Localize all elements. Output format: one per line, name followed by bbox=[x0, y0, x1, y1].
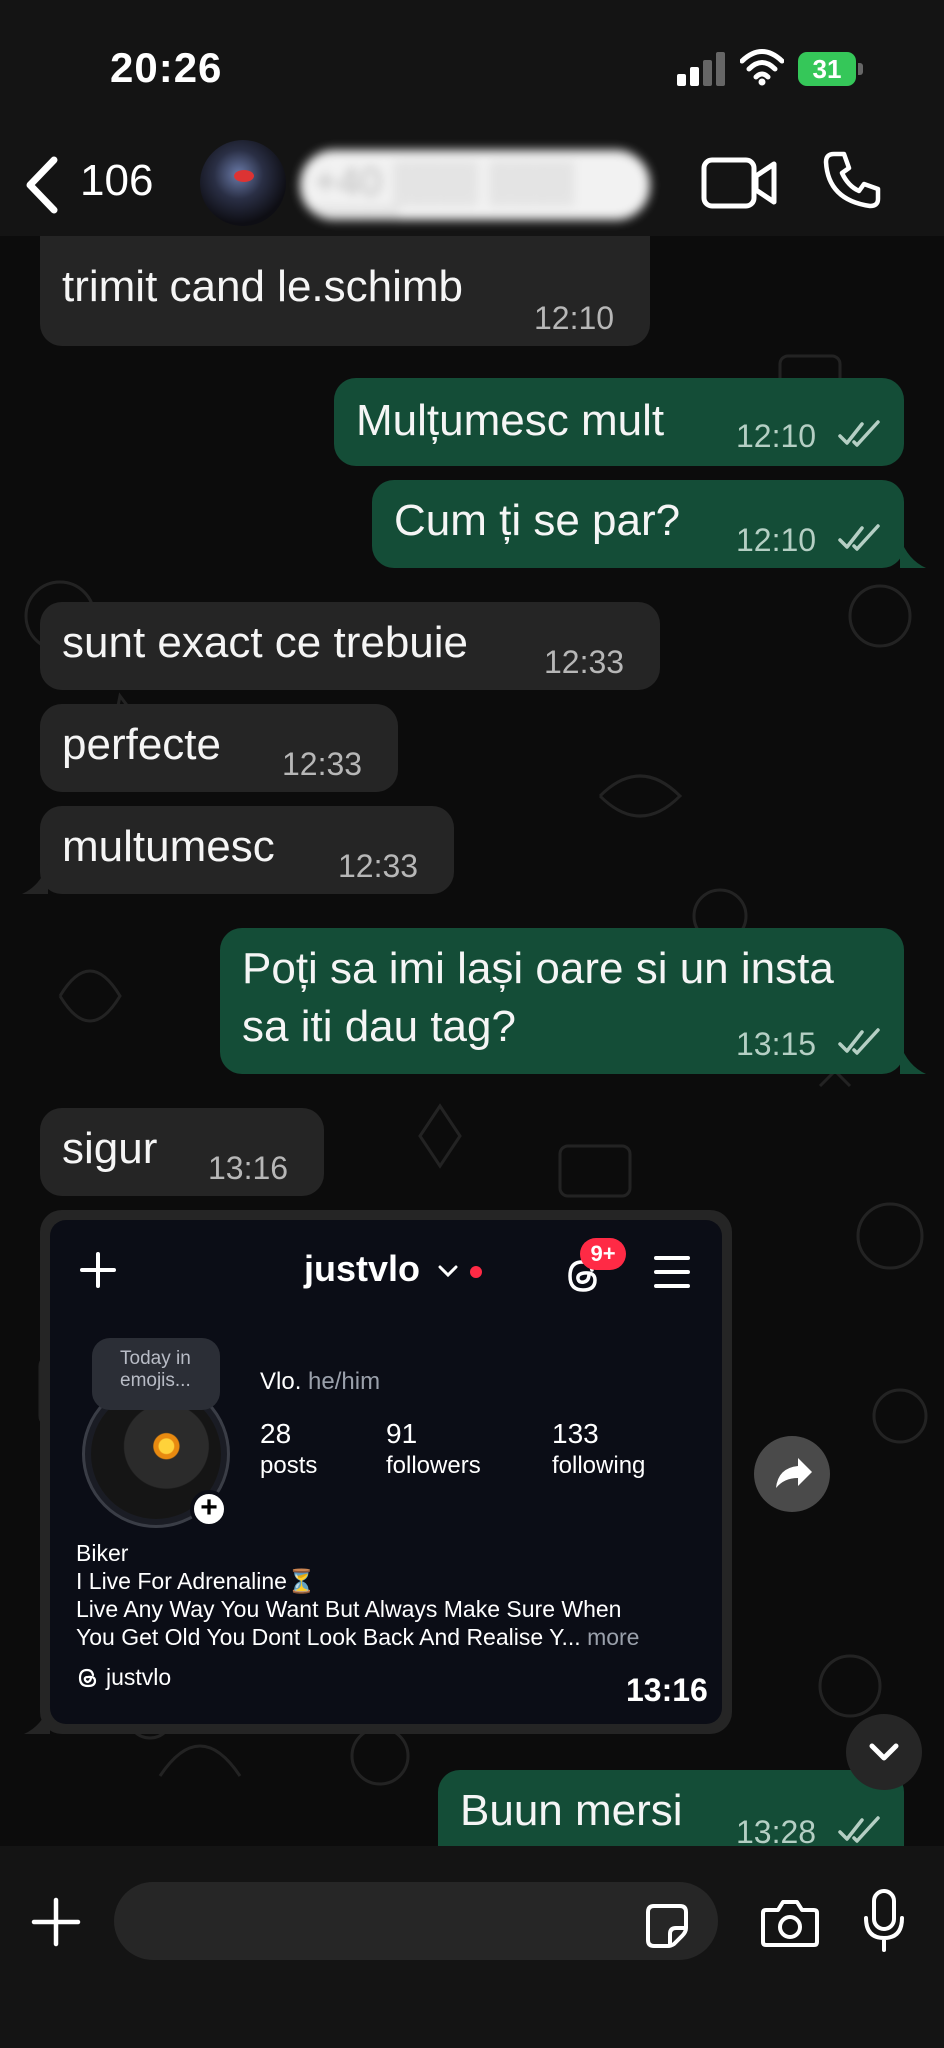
ig-stat-followers-value: 91 bbox=[386, 1418, 418, 1449]
message-time: 13:28 bbox=[736, 1814, 817, 1846]
ig-stat-following-value: 133 bbox=[552, 1418, 599, 1449]
ig-stat-followers-label: followers bbox=[386, 1452, 481, 1479]
ig-display-name: Vlo. he/him bbox=[260, 1368, 380, 1396]
ig-note-bubble: Today in emojis... bbox=[92, 1338, 220, 1410]
status-bar: 20:26 31 bbox=[0, 0, 944, 140]
cellular-signal-icon bbox=[677, 52, 725, 86]
message-text: sunt exact ce trebuie bbox=[62, 618, 469, 667]
menu-icon bbox=[654, 1256, 690, 1288]
add-story-icon: + bbox=[190, 1490, 228, 1528]
camera-icon[interactable] bbox=[760, 1898, 820, 1948]
chevron-down-icon bbox=[869, 1743, 899, 1761]
chevron-down-icon bbox=[438, 1265, 458, 1278]
bubble-tail bbox=[22, 864, 48, 894]
message-bubble-incoming[interactable]: sigur 13:16 bbox=[40, 1108, 324, 1196]
wifi-icon bbox=[740, 49, 784, 86]
message-time: 13:15 bbox=[736, 1026, 817, 1062]
message-bubble-outgoing[interactable]: Buun mersi 13:28 bbox=[438, 1770, 904, 1846]
ig-display-name-text: Vlo. bbox=[260, 1368, 302, 1395]
message-input[interactable] bbox=[114, 1882, 718, 1960]
bubble-tail bbox=[900, 538, 926, 568]
message-text-line1: Poți sa imi lași oare si un insta bbox=[242, 944, 834, 993]
message-time: 12:33 bbox=[544, 644, 625, 680]
ig-stat-posts-value: 28 bbox=[260, 1418, 292, 1449]
instagram-profile-screenshot[interactable]: justvlo 9+ Today in emojis... + Vlo. he/… bbox=[50, 1220, 722, 1724]
message-text: perfecte bbox=[62, 720, 221, 769]
message-bubble-outgoing[interactable]: Cum ți se par? 12:10 bbox=[372, 480, 904, 568]
message-time: 12:10 bbox=[736, 418, 817, 454]
bubble-tail bbox=[24, 1704, 50, 1734]
status-time: 20:26 bbox=[110, 44, 223, 91]
bubble-tail bbox=[900, 1044, 926, 1074]
read-receipt-icon bbox=[838, 1028, 880, 1055]
forward-icon bbox=[776, 1458, 812, 1488]
message-text: Mulțumesc mult bbox=[356, 396, 665, 445]
notification-badge: 9+ bbox=[580, 1238, 626, 1270]
read-receipt-icon bbox=[838, 524, 880, 551]
ig-bio-text: You Get Old You Dont Look Back And Reali… bbox=[76, 1624, 581, 1650]
message-time: 13:16 bbox=[208, 1150, 289, 1186]
message-bubble-incoming[interactable]: multumesc 12:33 bbox=[40, 806, 454, 894]
message-time: 12:10 bbox=[534, 300, 615, 336]
battery-level: 31 bbox=[798, 52, 856, 86]
threads-icon bbox=[78, 1668, 97, 1688]
forward-button[interactable] bbox=[754, 1436, 830, 1512]
message-bubble-incoming[interactable]: perfecte 12:33 bbox=[40, 704, 398, 792]
message-text: multumesc bbox=[62, 822, 275, 871]
ig-bio-line: Biker bbox=[76, 1540, 129, 1566]
message-time: 12:33 bbox=[282, 746, 363, 782]
contact-avatar[interactable] bbox=[200, 140, 286, 226]
ig-stat-following-label: following bbox=[552, 1452, 646, 1479]
video-call-icon[interactable] bbox=[700, 154, 778, 212]
message-text: Buun mersi bbox=[460, 1786, 683, 1835]
scroll-to-bottom-button[interactable] bbox=[846, 1714, 922, 1790]
message-text-line2: sa iti dau tag? bbox=[242, 1002, 516, 1051]
message-time: 12:10 bbox=[736, 522, 817, 558]
chat-area[interactable]: trimit cand le.schimb 12:10 Mulțumesc mu… bbox=[0, 236, 944, 1846]
battery-icon: 31 bbox=[798, 52, 864, 86]
ig-threads-handle: justvlo bbox=[106, 1664, 172, 1690]
message-bubble-incoming[interactable]: sunt exact ce trebuie 12:33 bbox=[40, 602, 660, 690]
ig-bio-line: Live Any Way You Want But Always Make Su… bbox=[76, 1596, 622, 1622]
back-chevron-icon[interactable] bbox=[22, 154, 62, 216]
read-receipt-icon bbox=[838, 420, 880, 447]
message-bubble-outgoing[interactable]: Poți sa imi lași oare si un insta sa iti… bbox=[220, 928, 904, 1074]
message-time: 13:16 bbox=[626, 1672, 708, 1708]
attach-plus-icon[interactable] bbox=[30, 1896, 82, 1948]
ig-username: justvlo bbox=[304, 1248, 421, 1289]
back-unread-count[interactable]: 106 bbox=[80, 156, 153, 206]
ig-bio-line-last: You Get Old You Dont Look Back And Reali… bbox=[76, 1624, 639, 1651]
message-bubble-outgoing[interactable]: Mulțumesc mult 12:10 bbox=[334, 378, 904, 466]
message-bubble-incoming[interactable]: trimit cand le.schimb 12:10 bbox=[40, 236, 650, 346]
message-input-bar bbox=[0, 1846, 944, 2048]
contact-name-redacted[interactable]: +40 ▒▒▒ ▒▒▒ ▒▒▒ bbox=[300, 150, 650, 220]
message-time: 12:33 bbox=[338, 848, 419, 884]
ig-pronouns: he/him bbox=[308, 1368, 381, 1395]
message-text: Cum ți se par? bbox=[394, 496, 681, 545]
image-message-bubble[interactable]: justvlo 9+ Today in emojis... + Vlo. he/… bbox=[40, 1210, 732, 1734]
phone-call-icon[interactable] bbox=[820, 148, 884, 212]
plus-icon bbox=[80, 1252, 116, 1288]
ig-more-link: more bbox=[587, 1624, 640, 1650]
ig-bio-line: I Live For Adrenaline⏳ bbox=[76, 1568, 316, 1594]
microphone-icon[interactable] bbox=[862, 1888, 906, 1954]
ig-stat-posts-label: posts bbox=[260, 1452, 318, 1479]
chat-header: 106 +40 ▒▒▒ ▒▒▒ ▒▒▒ bbox=[0, 140, 944, 236]
sticker-icon[interactable] bbox=[644, 1902, 690, 1948]
message-text: sigur bbox=[62, 1124, 158, 1173]
message-text: trimit cand le.schimb bbox=[62, 262, 464, 311]
status-dot bbox=[470, 1266, 482, 1278]
read-receipt-icon bbox=[838, 1816, 880, 1843]
